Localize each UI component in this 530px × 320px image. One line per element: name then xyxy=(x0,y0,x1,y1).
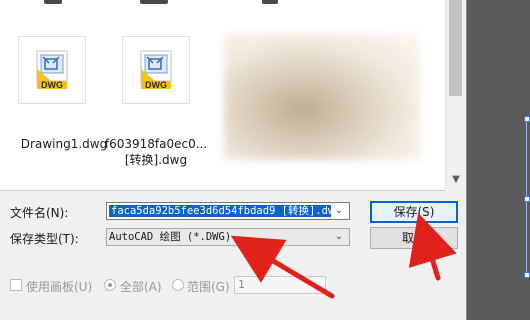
dwg-badge: DWG xyxy=(41,80,63,90)
cut-off-label xyxy=(44,0,62,4)
blurred-image-thumbnail[interactable] xyxy=(224,34,420,160)
scrollbar-thumb[interactable] xyxy=(449,0,462,96)
file-name: f603918fa0ec0... [转换].dwg xyxy=(96,136,216,168)
filename-selected-text: faca5da92b5fee3d6d54fbdad9 [转换].dwg xyxy=(109,205,331,217)
filetype-select[interactable]: AutoCAD 绘图 (*.DWG) ⌄ xyxy=(106,228,350,246)
save-button[interactable]: 保存(S) xyxy=(370,201,458,223)
vertical-scrollbar[interactable]: ▼ xyxy=(445,0,466,190)
cancel-button[interactable]: 取消 xyxy=(370,227,458,249)
chevron-down-icon[interactable]: ⌄ xyxy=(331,229,347,245)
scroll-down-arrow-icon[interactable]: ▼ xyxy=(449,173,463,187)
dwg-file-icon: DWG xyxy=(36,50,68,90)
file-thumbnail: DWG xyxy=(18,36,86,104)
chevron-down-icon[interactable]: ⌄ xyxy=(331,203,347,219)
filetype-value: AutoCAD 绘图 (*.DWG) xyxy=(109,231,232,243)
all-radio[interactable] xyxy=(104,279,116,291)
file-list[interactable]: DWG Drawing1.dwg DWG f603918fa0ec0... [转… xyxy=(0,0,445,191)
file-name-line: f603918fa0ec0... xyxy=(104,137,208,151)
use-canvas-label: 使用画板(U) xyxy=(26,280,93,294)
cut-off-previous-row xyxy=(0,0,445,6)
use-canvas-checkbox[interactable] xyxy=(10,279,22,291)
filename-value: faca5da92b5fee3d6d54fbdad9 [转换].dwg xyxy=(109,204,331,218)
dwg-file-icon: DWG xyxy=(140,50,172,90)
selection-handle[interactable] xyxy=(524,116,530,122)
selection-handle[interactable] xyxy=(524,196,530,202)
selection-handle[interactable] xyxy=(524,272,530,278)
range-input[interactable]: 1 xyxy=(234,276,326,294)
cut-off-label xyxy=(140,0,168,4)
all-label: 全部(A) xyxy=(120,280,162,294)
filetype-label: 保存类型(T): xyxy=(10,232,79,246)
dwg-badge: DWG xyxy=(145,80,167,90)
cut-off-label xyxy=(262,0,278,4)
file-thumbnail: DWG xyxy=(122,36,190,104)
file-name-line: [转换].dwg xyxy=(124,153,188,167)
range-radio[interactable] xyxy=(172,279,184,291)
save-dialog: DWG Drawing1.dwg DWG f603918fa0ec0... [转… xyxy=(0,0,467,320)
range-label: 范围(G) xyxy=(187,280,230,294)
filename-label: 文件名(N): xyxy=(10,206,69,220)
filename-input[interactable]: faca5da92b5fee3d6d54fbdad9 [转换].dwg ⌄ xyxy=(106,202,350,220)
